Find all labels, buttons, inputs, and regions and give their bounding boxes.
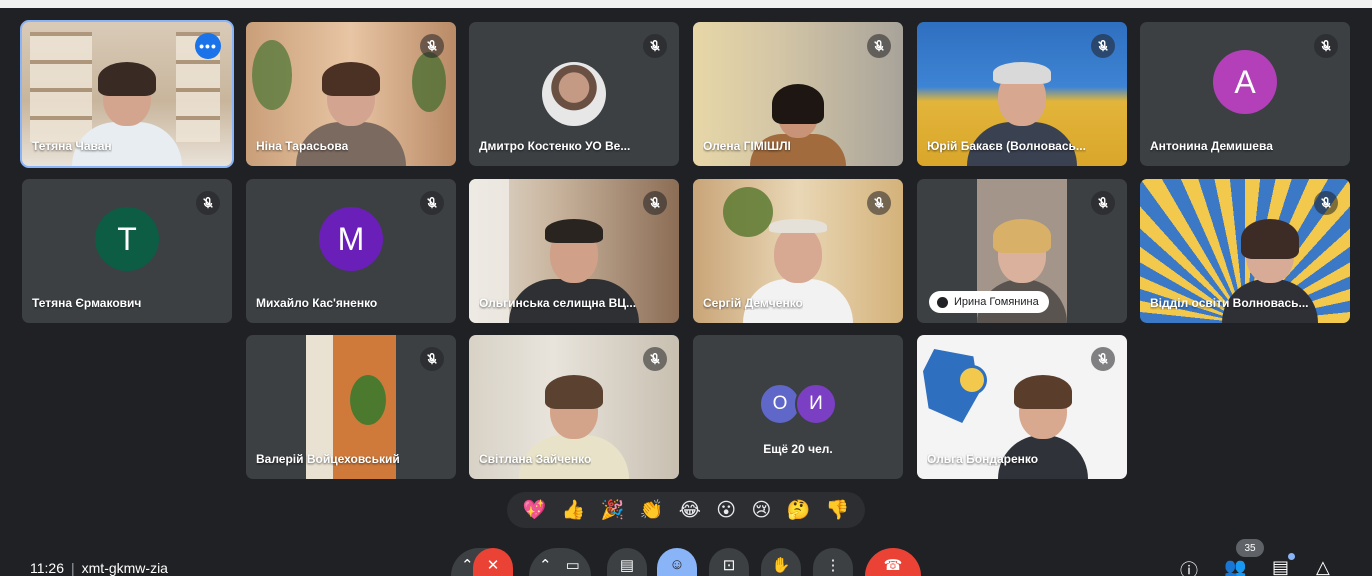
overflow-avatar: И <box>795 383 837 425</box>
call-controls: ⌃ ✕ ⌃ ▭ ▤ ☺ ⊡ ✋ ⋮ ☎ <box>451 548 931 576</box>
participant-name: Ніна Тарасьова <box>256 139 349 153</box>
speaking-name-badge: Ирина Гомянина <box>929 291 1049 313</box>
camera-icon[interactable]: ▭ <box>566 556 580 574</box>
more-vertical-icon: ⋮ <box>825 557 841 574</box>
mic-muted-icon <box>1314 34 1338 58</box>
more-participants-tile[interactable]: O И Ещё 20 чел. <box>693 335 903 479</box>
present-button[interactable]: ⊡ <box>709 548 749 576</box>
mic-muted-icon <box>643 347 667 371</box>
mic-muted-icon <box>643 191 667 215</box>
participant-name: Ольга Бондаренко <box>927 452 1039 466</box>
participant-name: Тетяна Єрмакович <box>32 296 142 310</box>
participant-tile[interactable]: A Антонина Демишева <box>1140 22 1350 166</box>
speaking-icon <box>937 296 948 308</box>
mic-muted-icon <box>1091 34 1115 58</box>
side-panel-controls: ⓘ 👥 ▤ △ <box>1162 535 1372 576</box>
participant-tile[interactable]: Олена ГІМІШЛІ <box>693 22 903 166</box>
participant-name: Відділ освіти Волновась... <box>1150 296 1309 310</box>
thumbs-down-reaction-button[interactable]: 👎 <box>826 500 850 520</box>
emoji-icon: ☺ <box>669 556 685 573</box>
heart-reaction-button[interactable]: 💖 <box>523 500 547 520</box>
mic-muted-icon <box>420 191 444 215</box>
mic-muted-icon <box>1314 191 1338 215</box>
participant-name: Ольгинська селищна ВЦ... <box>479 296 637 310</box>
captions-icon: ▤ <box>619 557 635 574</box>
mic-muted-icon <box>420 347 444 371</box>
chevron-up-icon[interactable]: ⌃ <box>539 556 552 574</box>
more-options-button[interactable]: ⋮ <box>813 548 853 576</box>
participants-grid: ••• Тетяна Чаван Ніна Тарасьова Дмитро К… <box>20 20 1352 480</box>
participant-name: Сергій Демченко <box>703 296 803 310</box>
mic-control[interactable]: ⌃ ✕ <box>451 548 513 576</box>
mic-muted-icon <box>867 191 891 215</box>
participant-avatar: T <box>95 207 159 271</box>
meeting-time: 11:26 <box>30 560 64 576</box>
hand-icon: ✋ <box>771 557 791 574</box>
sad-reaction-button[interactable]: 😢 <box>751 500 771 520</box>
top-edge <box>0 0 1372 8</box>
captions-button[interactable]: ▤ <box>607 548 647 576</box>
participant-name: Дмитро Костенко УО Ве... <box>479 139 631 153</box>
surprised-reaction-button[interactable]: 😮 <box>716 500 736 520</box>
profile-photo <box>542 62 606 126</box>
meeting-code[interactable]: xmt-gkmw-zia <box>82 560 168 576</box>
laugh-reaction-button[interactable]: 😂 <box>679 500 701 520</box>
raise-hand-button[interactable]: ✋ <box>761 548 801 576</box>
more-participants-label: Ещё 20 чел. <box>763 442 833 456</box>
mic-muted-icon <box>643 34 667 58</box>
participant-name: Олена ГІМІШЛІ <box>703 139 791 153</box>
mic-muted-icon <box>867 34 891 58</box>
clap-reaction-button[interactable]: 👏 <box>640 500 664 520</box>
participant-tile[interactable]: Ирина Гомянина <box>917 179 1127 323</box>
participant-name: Валерій Войцеховський <box>256 452 400 466</box>
meeting-info: 11:26 | xmt-gkmw-zia <box>30 560 168 576</box>
participant-tile[interactable]: Валерій Войцеховський <box>246 335 456 479</box>
emoji-button[interactable]: ☺ <box>657 548 697 576</box>
participant-tile[interactable]: Ольга Бондаренко <box>917 335 1127 479</box>
participant-avatar: A <box>1213 50 1277 114</box>
info-icon[interactable]: ⓘ <box>1180 557 1198 576</box>
mic-off-icon[interactable]: ✕ <box>473 548 513 576</box>
activities-icon[interactable]: △ <box>1316 557 1330 576</box>
party-reaction-button[interactable]: 🎉 <box>601 500 625 520</box>
chevron-up-icon[interactable]: ⌃ <box>461 556 474 574</box>
thumbs-up-reaction-button[interactable]: 👍 <box>562 500 586 520</box>
participant-tile[interactable]: ••• Тетяна Чаван <box>20 20 234 168</box>
participant-name: Юрій Бакаєв (Волновась... <box>927 139 1086 153</box>
reactions-bar: 💖 👍 🎉 👏 😂 😮 😢 🤔 👎 <box>507 492 865 528</box>
participant-avatar: M <box>319 207 383 271</box>
participant-name: Антонина Демишева <box>1150 139 1273 153</box>
people-icon[interactable]: 👥 <box>1224 557 1246 576</box>
participant-tile[interactable]: T Тетяна Єрмакович <box>22 179 232 323</box>
participant-tile[interactable]: Ніна Тарасьова <box>246 22 456 166</box>
participant-tile[interactable]: Світлана Зайченко <box>469 335 679 479</box>
present-icon: ⊡ <box>722 557 736 574</box>
mic-muted-icon <box>420 34 444 58</box>
participant-tile[interactable]: M Михайло Кас'яненко <box>246 179 456 323</box>
divider: | <box>71 560 75 576</box>
mic-muted-icon <box>196 191 220 215</box>
mic-muted-icon <box>1091 347 1115 371</box>
participant-name: Світлана Зайченко <box>479 452 592 466</box>
participant-tile[interactable]: Юрій Бакаєв (Волновась... <box>917 22 1127 166</box>
participant-name: Ирина Гомянина <box>954 296 1039 308</box>
more-options-icon[interactable]: ••• <box>195 33 221 59</box>
mic-muted-icon <box>1091 191 1115 215</box>
participant-tile[interactable]: Дмитро Костенко УО Ве... <box>469 22 679 166</box>
participant-name: Тетяна Чаван <box>32 139 112 153</box>
camera-control[interactable]: ⌃ ▭ <box>529 548 591 576</box>
participant-tile[interactable]: Сергій Демченко <box>693 179 903 323</box>
chat-icon[interactable]: ▤ <box>1272 557 1289 576</box>
participant-tile[interactable]: Ольгинська селищна ВЦ... <box>469 179 679 323</box>
participant-tile[interactable]: Відділ освіти Волновась... <box>1140 179 1350 323</box>
thinking-reaction-button[interactable]: 🤔 <box>787 500 811 520</box>
leave-call-button[interactable]: ☎ <box>865 548 921 576</box>
overflow-avatars: O И <box>759 383 837 425</box>
participant-name: Михайло Кас'яненко <box>256 296 378 310</box>
hang-up-icon: ☎ <box>883 557 903 574</box>
